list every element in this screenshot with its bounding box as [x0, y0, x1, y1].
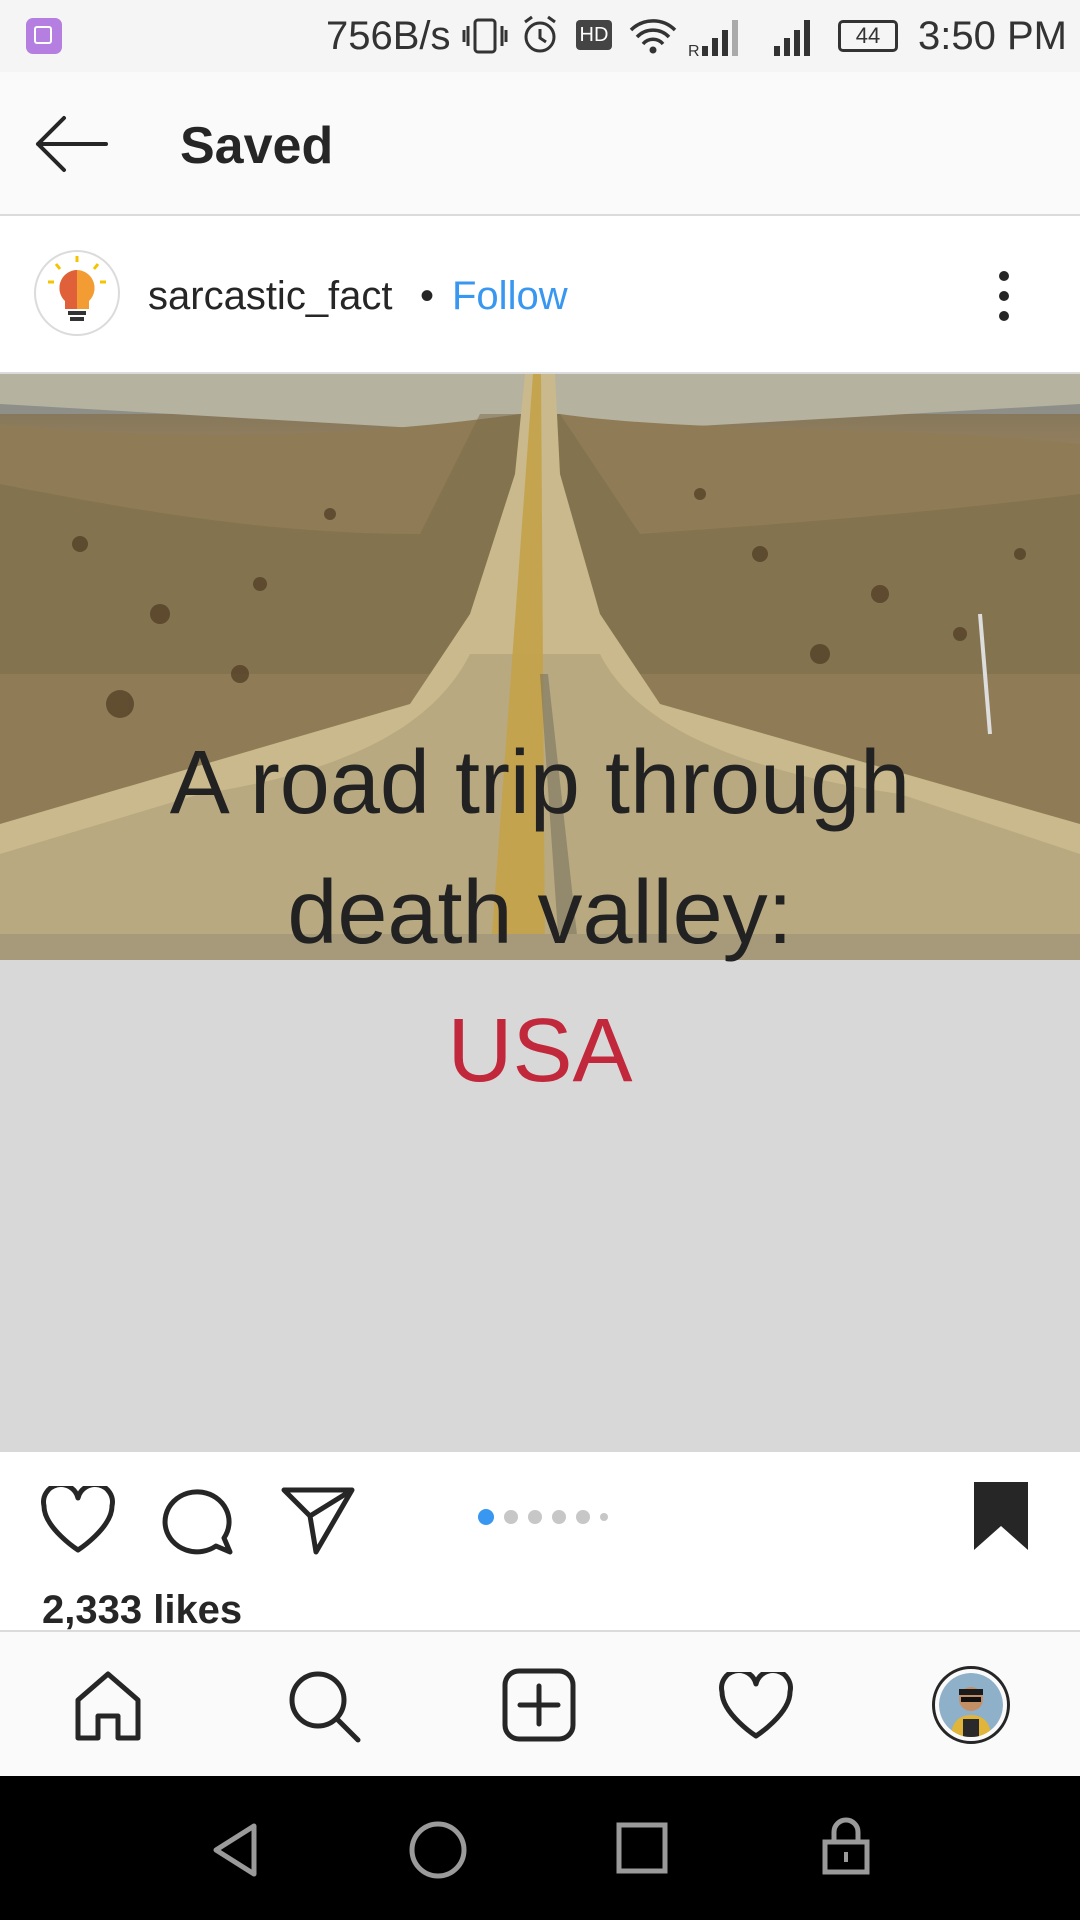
back-nav-icon[interactable]	[210, 1822, 260, 1878]
follow-button[interactable]: Follow	[452, 274, 568, 319]
lightbulb-brain-icon	[48, 256, 106, 321]
carousel-dot	[576, 1510, 590, 1524]
carousel-dot	[528, 1510, 542, 1524]
battery-icon: 44	[838, 20, 898, 52]
search-icon[interactable]	[286, 1668, 362, 1744]
lock-nav-icon[interactable]	[822, 1816, 870, 1876]
home-nav-icon[interactable]	[408, 1820, 468, 1880]
carousel-dot	[478, 1509, 494, 1525]
activity-icon[interactable]	[718, 1672, 794, 1742]
network-speed: 756B/s	[326, 14, 451, 58]
image-text-line3: USA	[447, 1001, 633, 1101]
svg-text:R: R	[688, 43, 700, 58]
profile-icon[interactable]	[932, 1666, 1010, 1744]
alarm-icon	[524, 15, 556, 53]
vibrate-icon	[462, 18, 508, 54]
arrow-left-icon[interactable]	[34, 112, 108, 176]
image-text-line1: A road trip through	[169, 733, 911, 833]
carousel-dot	[600, 1513, 608, 1521]
carousel-dot	[504, 1510, 518, 1524]
new-post-icon[interactable]	[502, 1668, 576, 1742]
home-icon[interactable]	[72, 1670, 144, 1742]
username[interactable]: sarcastic_fact	[148, 274, 393, 319]
signal-icon-2	[774, 20, 810, 56]
clock: 3:50 PM	[918, 14, 1067, 58]
heart-icon[interactable]	[40, 1486, 116, 1556]
share-icon[interactable]	[280, 1484, 356, 1556]
carousel-indicator	[478, 1508, 608, 1526]
likes-count[interactable]: 2,333 likes	[42, 1588, 242, 1633]
page-title: Saved	[180, 117, 334, 175]
app-bar: Saved	[0, 72, 1080, 216]
more-options-icon[interactable]	[994, 266, 1014, 326]
bottom-tab-bar	[0, 1630, 1080, 1776]
system-navigation-bar	[0, 1776, 1080, 1920]
bookmark-icon[interactable]	[972, 1480, 1030, 1552]
image-text-line2: death valley:	[287, 863, 793, 963]
carousel-dot	[552, 1510, 566, 1524]
gallery-icon	[26, 18, 62, 54]
profile-avatar	[939, 1673, 1003, 1737]
signal-icon: R	[688, 20, 738, 58]
avatar[interactable]	[34, 250, 120, 336]
separator-dot: •	[420, 274, 435, 318]
wifi-icon	[629, 19, 677, 54]
status-bar: 756B/s HD R 44 3:50 PM	[0, 0, 1080, 72]
hd-badge: HD	[576, 20, 612, 50]
recents-nav-icon[interactable]	[616, 1822, 668, 1874]
comment-icon[interactable]	[162, 1484, 234, 1556]
